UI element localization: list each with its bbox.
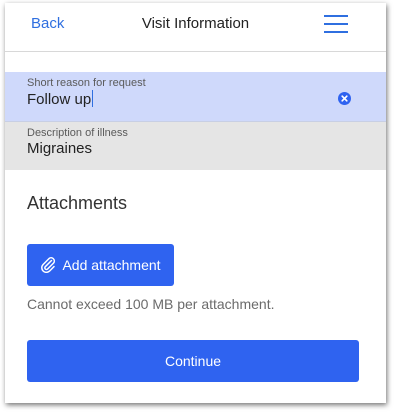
reason-input-value: Follow up [27, 91, 92, 108]
paperclip-icon [40, 255, 56, 276]
description-field-label: Description of illness [27, 127, 128, 139]
spacer [5, 52, 386, 72]
clear-x-circle-icon[interactable] [338, 92, 351, 105]
attachments-heading: Attachments [27, 193, 128, 213]
continue-button[interactable]: Continue [27, 340, 359, 382]
attachment-size-hint: Cannot exceed 100 MB per attachment. [27, 296, 275, 312]
continue-label: Continue [164, 353, 222, 369]
add-attachment-button[interactable]: Add attachment [27, 244, 174, 286]
reason-input[interactable]: Follow up [27, 90, 327, 108]
description-input[interactable]: Migraines [27, 140, 327, 157]
reason-field[interactable]: Short reason for request Follow up [5, 72, 386, 122]
app-screen: Back Visit Information Short reason for … [5, 3, 386, 403]
description-field[interactable]: Description of illness Migraines [5, 122, 386, 170]
hamburger-menu-icon[interactable] [323, 12, 351, 36]
text-caret [92, 90, 94, 107]
top-bar: Back Visit Information [5, 3, 386, 52]
reason-field-label: Short reason for request [27, 77, 146, 89]
add-attachment-label: Add attachment [62, 257, 161, 273]
